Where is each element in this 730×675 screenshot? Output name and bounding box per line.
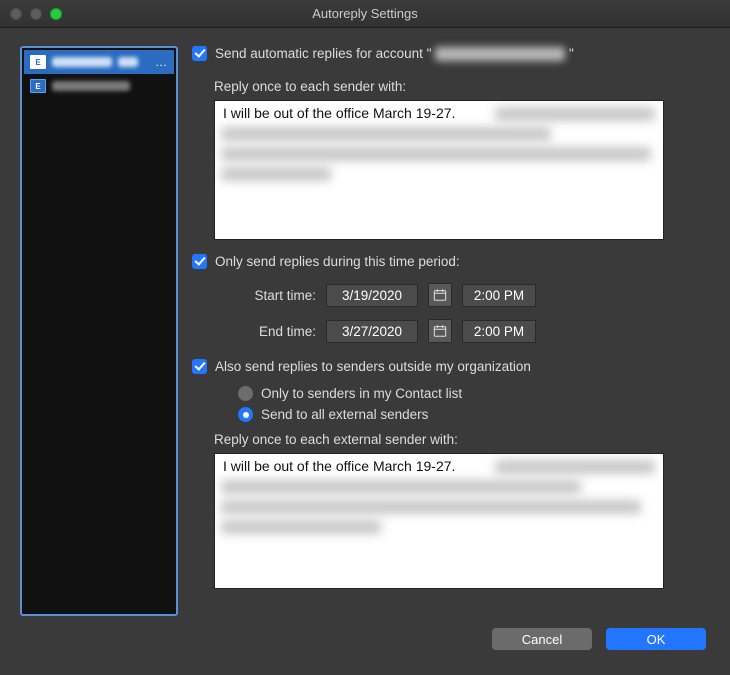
end-time-label: End time: [238,324,316,339]
send-auto-label-prefix: Send automatic replies for account " [215,46,431,61]
dialog-body: E … E Send automatic replies for account… [0,28,730,628]
account-name-redacted [118,57,138,67]
settings-form: Send automatic replies for account " " R… [192,46,710,616]
account-name-redacted [52,57,112,67]
send-auto-label-suffix: " [569,46,574,61]
internal-reply-textarea[interactable]: I will be out of the office March 19-27. [214,100,664,240]
send-auto-label: Send automatic replies for account " " [215,46,574,61]
ellipsis-icon: … [155,55,168,69]
accounts-sidebar: E … E [20,46,178,616]
start-time-label: Start time: [238,288,316,303]
internal-reply-label: Reply once to each sender with: [214,79,710,94]
ok-button[interactable]: OK [606,628,706,650]
start-time-row: Start time: 3/19/2020 2:00 PM [238,283,710,307]
account-name-redacted [52,81,130,91]
account-row[interactable]: E … [24,50,174,74]
titlebar: Autoreply Settings [0,0,730,28]
external-reply-textarea[interactable]: I will be out of the office March 19-27. [214,453,664,589]
window-title: Autoreply Settings [0,6,730,21]
end-date-field[interactable]: 3/27/2020 [326,320,418,343]
external-reply-label: Reply once to each external sender with: [214,432,710,447]
internal-reply-text: I will be out of the office March 19-27. [223,105,455,121]
external-label: Also send replies to senders outside my … [215,359,531,374]
account-name-redacted [435,47,565,61]
send-auto-checkbox[interactable] [192,46,207,61]
start-time-field[interactable]: 2:00 PM [462,284,536,307]
end-time-row: End time: 3/27/2020 2:00 PM [238,319,710,343]
time-period-checkbox[interactable] [192,254,207,269]
exchange-icon: E [30,55,46,69]
calendar-icon[interactable] [428,283,452,307]
external-reply-text: I will be out of the office March 19-27. [223,458,455,474]
external-contacts-row: Only to senders in my Contact list [238,386,710,401]
dialog-footer: Cancel OK [0,628,730,666]
external-checkbox[interactable] [192,359,207,374]
end-time-field[interactable]: 2:00 PM [462,320,536,343]
time-period-row: Only send replies during this time perio… [192,254,710,269]
external-row: Also send replies to senders outside my … [192,359,710,374]
calendar-icon[interactable] [428,319,452,343]
external-contacts-radio[interactable] [238,386,253,401]
time-period-label: Only send replies during this time perio… [215,254,460,269]
external-all-row: Send to all external senders [238,407,710,422]
external-all-radio[interactable] [238,407,253,422]
account-row[interactable]: E [24,74,174,98]
external-contacts-label: Only to senders in my Contact list [261,386,462,401]
cancel-button[interactable]: Cancel [492,628,592,650]
send-auto-row: Send automatic replies for account " " [192,46,710,61]
external-all-label: Send to all external senders [261,407,428,422]
exchange-icon: E [30,79,46,93]
start-date-field[interactable]: 3/19/2020 [326,284,418,307]
